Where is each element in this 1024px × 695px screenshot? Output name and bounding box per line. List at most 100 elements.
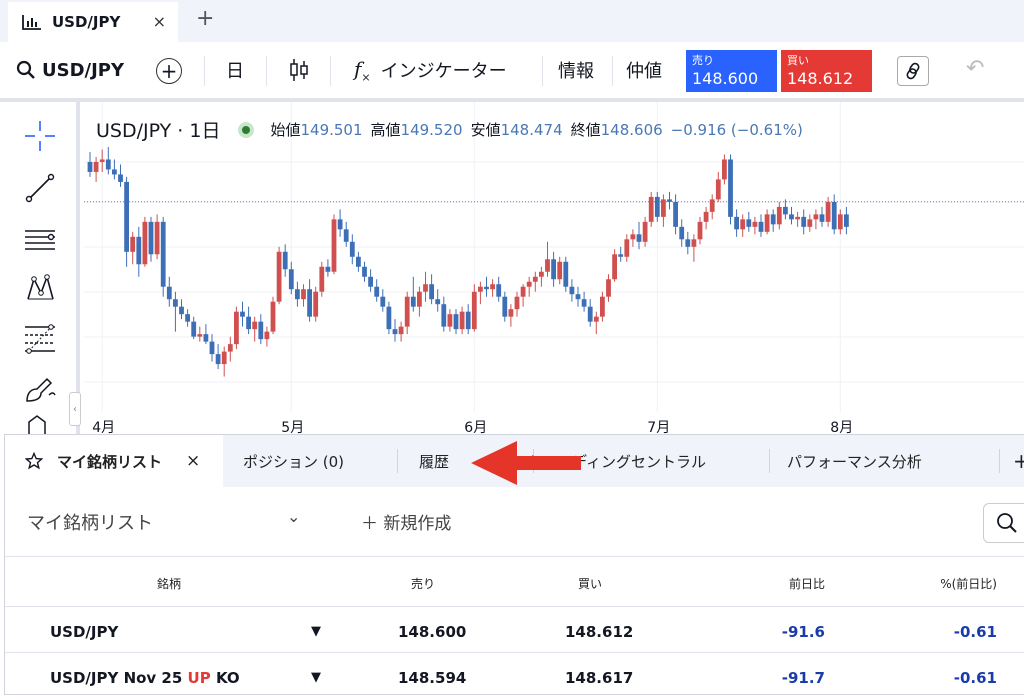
candle-body xyxy=(447,314,453,327)
candle-body xyxy=(264,331,270,340)
candle-body xyxy=(831,201,837,230)
tab-history[interactable]: 履歴 xyxy=(419,435,449,487)
candle-body xyxy=(87,161,93,172)
indicators-button[interactable]: f× インジケーター xyxy=(354,42,507,98)
link-button[interactable] xyxy=(897,56,929,86)
candle-body xyxy=(746,219,752,227)
info-button[interactable]: 情報 xyxy=(558,42,594,98)
collapse-toolbar-button[interactable]: ‹ xyxy=(69,392,81,426)
candle-body xyxy=(789,214,794,220)
candle-body xyxy=(386,306,392,330)
row-symbol: USD/JPY xyxy=(50,623,119,641)
undo-icon[interactable]: ↶ xyxy=(966,56,984,81)
crosshair-icon[interactable] xyxy=(20,116,60,156)
brush-icon[interactable] xyxy=(20,368,60,408)
candle-body xyxy=(410,296,416,307)
tab-close-icon[interactable]: × xyxy=(153,12,166,31)
tab-title: USD/JPY xyxy=(52,13,121,31)
candle-body xyxy=(490,284,495,290)
candle-body xyxy=(813,214,819,220)
parallel-lines-icon[interactable] xyxy=(20,220,60,260)
watchlist-search-button[interactable] xyxy=(983,503,1024,543)
candle-body xyxy=(593,316,599,322)
candle-body xyxy=(258,321,264,340)
candle-body xyxy=(130,236,136,252)
candle-body xyxy=(606,279,611,297)
col-pct: %(前日比) xyxy=(940,577,997,591)
tab-divider xyxy=(999,449,1000,473)
candle-body xyxy=(221,351,227,365)
tab-performance[interactable]: パフォーマンス分析 xyxy=(787,435,922,487)
interval-button[interactable]: 日 xyxy=(226,42,244,98)
price-chart[interactable]: 4月 5月 6月 7月 8月 USD/JPY · 1日 始値 149.501 高値 149.… xyxy=(84,102,1024,434)
toolbar-divider xyxy=(542,56,543,86)
candle-body xyxy=(349,241,355,257)
market-status-icon xyxy=(238,121,255,138)
trend-line-icon[interactable] xyxy=(20,168,60,208)
candle-body xyxy=(709,199,715,212)
tab-bar: USD/JPY × + xyxy=(0,0,1024,42)
table-row[interactable]: USD/JPY ▼ 148.600 148.612 -91.6 -0.61 xyxy=(5,607,1024,653)
candle-body xyxy=(734,216,739,230)
tab-positions[interactable]: ポジション (0) xyxy=(243,435,344,487)
candle-body xyxy=(630,234,636,240)
toolbar-divider xyxy=(204,56,205,86)
tab-usdjpy[interactable]: USD/JPY × xyxy=(8,2,178,42)
candle-body xyxy=(825,201,831,222)
candle-body xyxy=(331,219,337,272)
symbol-search-button[interactable]: USD/JPY xyxy=(16,42,124,98)
candle-body xyxy=(471,291,477,330)
compare-symbol-button[interactable]: + xyxy=(156,58,182,84)
candle-body xyxy=(276,251,282,302)
candle-body xyxy=(337,219,343,230)
row-pct: -0.61 xyxy=(953,623,997,641)
chart-type-button[interactable] xyxy=(288,42,310,98)
candle-body xyxy=(801,216,807,227)
candle-body xyxy=(246,316,251,330)
candle-body xyxy=(783,206,788,215)
table-row[interactable]: USD/JPY Nov 25 UP KO ▼ 148.594 148.617 -… xyxy=(5,653,1024,695)
candle-body xyxy=(795,216,800,220)
candle-body xyxy=(697,221,703,240)
close-watchlist-icon[interactable]: × xyxy=(186,451,200,471)
pattern-icon[interactable] xyxy=(20,268,60,308)
add-panel-tab-button[interactable]: + xyxy=(1013,435,1024,487)
fib-retracement-icon[interactable] xyxy=(20,318,60,358)
symbol-name: USD/JPY xyxy=(42,59,125,81)
candle-body xyxy=(618,254,624,257)
watchlist-select[interactable]: マイ銘柄リスト xyxy=(27,509,153,535)
candle-body xyxy=(191,321,197,337)
annotation-arrow-icon xyxy=(471,441,581,485)
candle-body xyxy=(484,286,489,290)
candle-body xyxy=(112,169,117,175)
tab-watchlist-label: マイ銘柄リスト xyxy=(57,452,163,471)
open-label: 始値 xyxy=(270,121,301,139)
add-tab-button[interactable]: + xyxy=(196,6,214,31)
row-sell: 148.600 xyxy=(398,623,467,641)
toolbar-divider xyxy=(612,56,613,86)
candle-body xyxy=(837,214,843,230)
chevron-down-icon[interactable]: ⌄ xyxy=(287,507,300,526)
row-change: -91.6 xyxy=(781,623,825,641)
candle-body xyxy=(844,214,849,227)
candle-body xyxy=(679,226,685,240)
candle-body xyxy=(496,284,502,297)
candle-body xyxy=(435,299,441,305)
candle-body xyxy=(142,221,148,265)
candle-body xyxy=(557,261,563,280)
link-icon xyxy=(906,62,920,80)
row-buy: 148.617 xyxy=(565,669,634,687)
candle-body xyxy=(770,214,776,225)
low-label: 安値 xyxy=(470,121,501,139)
row-change: -91.7 xyxy=(781,669,825,687)
tab-watchlist[interactable]: マイ銘柄リスト × xyxy=(5,435,223,487)
candle-body xyxy=(661,199,666,217)
candlestick-icon xyxy=(290,59,308,81)
candle-body xyxy=(282,251,288,270)
trend-down-icon: ▼ xyxy=(311,624,321,639)
toolbar-divider xyxy=(330,56,331,86)
new-watchlist-button[interactable]: ＋ 新規作成 xyxy=(361,509,451,534)
buy-button[interactable]: 買い 148.612 xyxy=(781,50,872,92)
mid-price-button[interactable]: 仲値 xyxy=(626,42,662,98)
sell-button[interactable]: 売り 148.600 xyxy=(686,50,777,92)
